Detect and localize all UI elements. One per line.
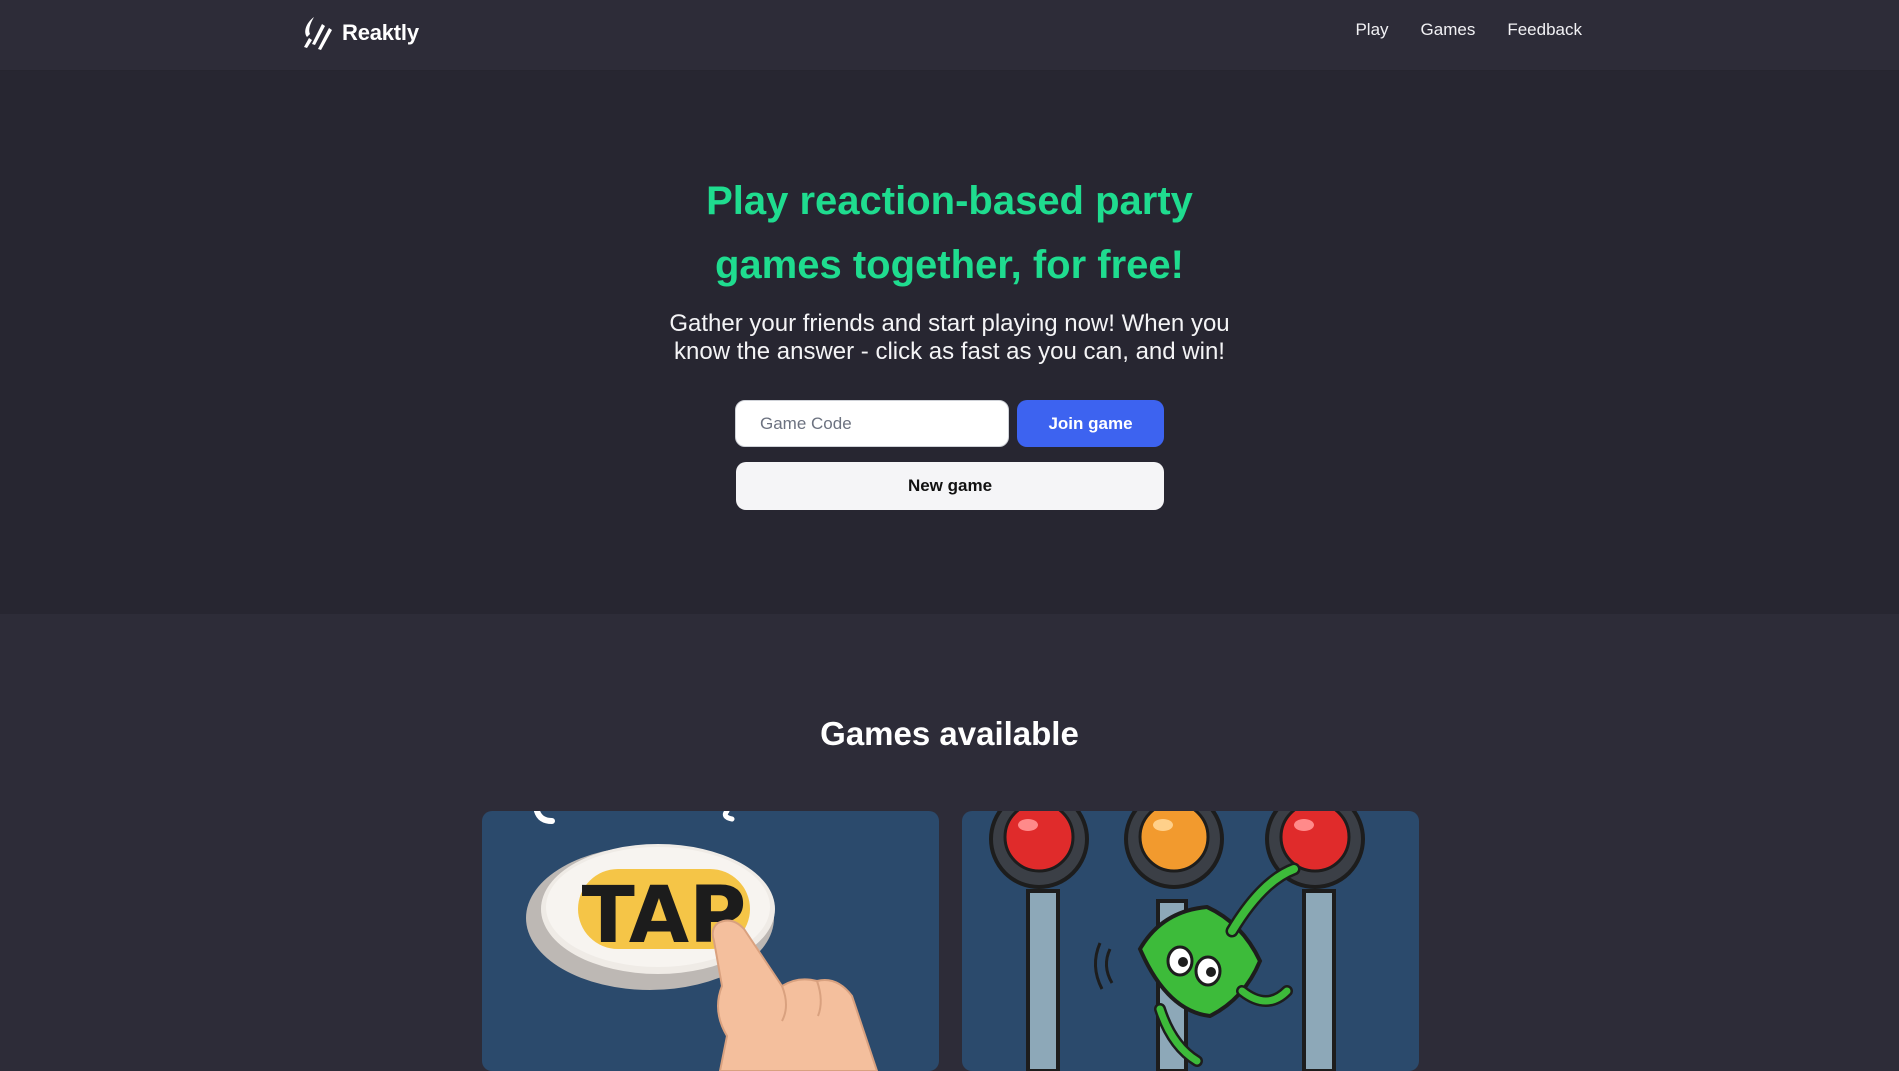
- brand-name: Reaktly: [342, 20, 419, 45]
- hero-subtitle-line-2: know the answer - click as fast as you c…: [674, 338, 1225, 365]
- hero-title-line-2: games together, for free!: [714, 243, 1184, 287]
- traffic-light-illustration: [989, 811, 1365, 1071]
- hero-title: Play reaction-based party games together…: [0, 169, 1899, 297]
- join-game-button[interactable]: Join game: [1017, 400, 1164, 447]
- game-card-traffic-light[interactable]: [962, 811, 1419, 1071]
- nav-link-games[interactable]: Games: [1421, 20, 1476, 40]
- lightning-logo-icon: [304, 17, 332, 50]
- top-navbar: Reaktly Play Games Feedback: [0, 0, 1899, 71]
- game-card-tap[interactable]: TAP: [482, 811, 939, 1071]
- hero-subtitle: Gather your friends and start playing no…: [0, 310, 1899, 366]
- tap-button-illustration: TAP: [526, 811, 879, 1071]
- nav-link-play[interactable]: Play: [1355, 20, 1388, 40]
- hero-section: Play reaction-based party games together…: [0, 71, 1899, 614]
- new-game-button[interactable]: New game: [736, 462, 1164, 510]
- games-section-heading: Games available: [820, 715, 1079, 752]
- brand-logo-link[interactable]: Reaktly: [300, 14, 419, 52]
- game-code-input[interactable]: [735, 400, 1009, 447]
- hero-title-line-1: Play reaction-based party: [706, 179, 1193, 223]
- hero-subtitle-line-1: Gather your friends and start playing no…: [669, 310, 1230, 337]
- nav-links: Play Games Feedback: [1355, 20, 1582, 40]
- nav-link-feedback[interactable]: Feedback: [1507, 20, 1582, 40]
